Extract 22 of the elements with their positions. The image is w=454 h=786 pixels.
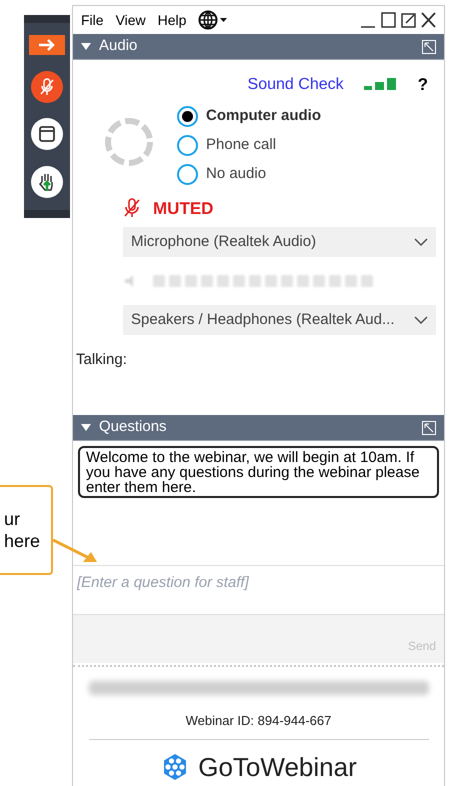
audio-option-radio[interactable]: Phone call: [177, 134, 321, 156]
callout-text: ur: [4, 508, 22, 530]
section-title: Audio: [99, 36, 138, 56]
callout-text: here: [4, 530, 42, 552]
menu-item[interactable]: View: [116, 10, 146, 30]
audio-option-radio[interactable]: No audio: [177, 164, 321, 186]
sound-check-link[interactable]: Sound Check: [248, 72, 344, 97]
section-header[interactable]: Questions: [73, 415, 444, 441]
mute-status: MUTED: [153, 198, 214, 220]
section-title: Questions: [99, 417, 168, 438]
menu-item[interactable]: File: [81, 10, 104, 30]
talking-label: Talking:: [76, 350, 127, 370]
menu-item[interactable]: Help: [158, 10, 186, 30]
webinar-id: Webinar ID: 894-944-667: [186, 712, 332, 730]
welcome-message: Welcome to the webinar, we will begin at 10am. If you have any questions during the webinar please enter them here.: [86, 450, 421, 495]
question-input-field[interactable]: [Enter a question for staff]: [73, 565, 444, 615]
speakers-dropdown[interactable]: Speakers / Headphones (Realtek Aud...: [123, 305, 436, 335]
gotowebinar-logo: GoToWebinar: [160, 748, 357, 786]
section-header[interactable]: Audio: [73, 34, 444, 60]
audio-option-radio[interactable]: Computer audio: [177, 106, 321, 128]
help-text[interactable]: ?: [418, 72, 428, 98]
microphone-dropdown[interactable]: Microphone (Realtek Audio): [123, 227, 436, 257]
